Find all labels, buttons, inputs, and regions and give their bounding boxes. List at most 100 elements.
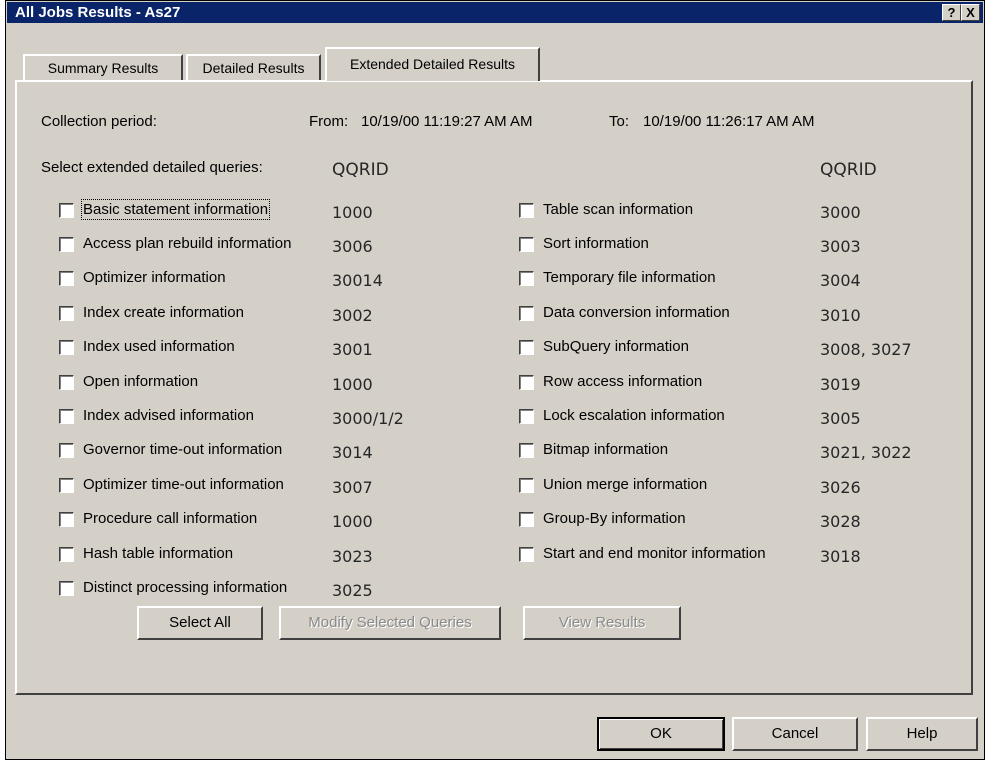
query-row[interactable]: Start and end monitor information	[519, 545, 809, 567]
query-checkbox[interactable]	[59, 203, 74, 218]
query-label[interactable]: Basic statement information	[80, 199, 271, 220]
query-row[interactable]: Open information	[59, 373, 319, 395]
select-queries-label: Select extended detailed queries:	[41, 159, 263, 176]
query-label[interactable]: Index create information	[83, 304, 244, 321]
query-label[interactable]: Index used information	[83, 338, 235, 355]
query-label[interactable]: Hash table information	[83, 545, 233, 562]
help-icon[interactable]: ?	[942, 4, 961, 21]
query-row[interactable]: Index used information	[59, 338, 319, 360]
query-row[interactable]: Data conversion information	[519, 304, 809, 326]
query-checkbox[interactable]	[519, 340, 534, 355]
query-qqrid: 3004	[820, 271, 861, 290]
query-qqrid: 3000	[820, 203, 861, 222]
query-label[interactable]: Table scan information	[543, 201, 693, 218]
query-checkbox[interactable]	[59, 340, 74, 355]
query-checkbox[interactable]	[59, 581, 74, 596]
query-row[interactable]: Basic statement information	[59, 199, 319, 223]
query-qqrid: 3003	[820, 237, 861, 256]
cancel-button[interactable]: Cancel	[732, 717, 858, 751]
query-label[interactable]: Row access information	[543, 373, 702, 390]
query-label[interactable]: Lock escalation information	[543, 407, 725, 424]
query-checkbox[interactable]	[519, 512, 534, 527]
view-results-button[interactable]: View Results	[523, 606, 681, 640]
query-checkbox[interactable]	[519, 443, 534, 458]
query-checkbox[interactable]	[59, 409, 74, 424]
tab-panel: Collection period: From: 10/19/00 11:19:…	[15, 80, 973, 695]
query-row[interactable]: Governor time-out information	[59, 441, 319, 463]
query-checkbox[interactable]	[59, 306, 74, 321]
query-checkbox[interactable]	[59, 547, 74, 562]
tab-extended-detailed-results[interactable]: Extended Detailed Results	[325, 47, 540, 81]
query-row[interactable]: Temporary file information	[519, 269, 809, 291]
query-label[interactable]: Procedure call information	[83, 510, 257, 527]
query-checkbox[interactable]	[519, 478, 534, 493]
query-label[interactable]: Optimizer information	[83, 269, 226, 286]
query-qqrid: 30014	[332, 271, 383, 290]
query-label[interactable]: Union merge information	[543, 476, 707, 493]
tab-detailed-results[interactable]: Detailed Results	[186, 54, 321, 80]
query-row[interactable]: Sort information	[519, 235, 809, 257]
query-label[interactable]: Group-By information	[543, 510, 686, 527]
query-row[interactable]: Hash table information	[59, 545, 319, 567]
query-row[interactable]: Optimizer time-out information	[59, 476, 319, 498]
query-row[interactable]: Union merge information	[519, 476, 809, 498]
query-label[interactable]: SubQuery information	[543, 338, 689, 355]
query-label[interactable]: Distinct processing information	[83, 579, 287, 596]
collection-to-value: 10/19/00 11:26:17 AM AM	[643, 113, 815, 130]
query-checkbox[interactable]	[519, 375, 534, 390]
tab-summary-results[interactable]: Summary Results	[23, 54, 183, 80]
query-label[interactable]: Data conversion information	[543, 304, 730, 321]
query-label[interactable]: Start and end monitor information	[543, 545, 766, 562]
query-label[interactable]: Access plan rebuild information	[83, 235, 291, 252]
query-row[interactable]: Procedure call information	[59, 510, 319, 532]
query-row[interactable]: Table scan information	[519, 201, 809, 223]
query-checkbox[interactable]	[519, 306, 534, 321]
query-checkbox[interactable]	[519, 409, 534, 424]
query-checkbox[interactable]	[519, 237, 534, 252]
query-checkbox[interactable]	[59, 375, 74, 390]
help-button[interactable]: Help	[866, 717, 978, 751]
query-qqrid: 3007	[332, 478, 373, 497]
query-row[interactable]: Group-By information	[519, 510, 809, 532]
ok-button[interactable]: OK	[597, 717, 725, 751]
query-row[interactable]: Index create information	[59, 304, 319, 326]
query-row[interactable]: Distinct processing information	[59, 579, 319, 601]
query-qqrid: 3005	[820, 409, 861, 428]
query-checkbox[interactable]	[59, 478, 74, 493]
query-checkbox[interactable]	[59, 443, 74, 458]
query-qqrid: 1000	[332, 203, 373, 222]
query-label[interactable]: Sort information	[543, 235, 649, 252]
query-row[interactable]: Bitmap information	[519, 441, 809, 463]
query-qqrid: 3010	[820, 306, 861, 325]
collection-from-label: From:	[309, 113, 349, 130]
query-label[interactable]: Open information	[83, 373, 198, 390]
select-all-button[interactable]: Select All	[137, 606, 263, 640]
query-checkbox[interactable]	[59, 512, 74, 527]
query-row[interactable]: SubQuery information	[519, 338, 809, 360]
query-qqrid: 3026	[820, 478, 861, 497]
query-row[interactable]: Row access information	[519, 373, 809, 395]
qqrid-header-left: QQRID	[332, 160, 389, 180]
query-qqrid: 1000	[332, 375, 373, 394]
query-row[interactable]: Index advised information	[59, 407, 319, 429]
query-label[interactable]: Optimizer time-out information	[83, 476, 284, 493]
query-qqrid: 3018	[820, 547, 861, 566]
query-checkbox[interactable]	[519, 271, 534, 286]
query-label[interactable]: Temporary file information	[543, 269, 716, 286]
query-checkbox[interactable]	[519, 203, 534, 218]
query-row[interactable]: Access plan rebuild information	[59, 235, 319, 257]
query-label[interactable]: Governor time-out information	[83, 441, 282, 458]
query-row[interactable]: Optimizer information	[59, 269, 319, 291]
query-qqrid: 3025	[332, 581, 373, 600]
query-checkbox[interactable]	[59, 271, 74, 286]
query-checkbox[interactable]	[519, 547, 534, 562]
query-qqrid: 3019	[820, 375, 861, 394]
query-row[interactable]: Lock escalation information	[519, 407, 809, 429]
query-label[interactable]: Index advised information	[83, 407, 254, 424]
window-title: All Jobs Results - As27	[15, 4, 181, 21]
modify-selected-queries-button[interactable]: Modify Selected Queries	[279, 606, 501, 640]
qqrid-header-right: QQRID	[820, 160, 877, 180]
query-checkbox[interactable]	[59, 237, 74, 252]
query-label[interactable]: Bitmap information	[543, 441, 668, 458]
close-icon[interactable]: X	[961, 4, 980, 21]
